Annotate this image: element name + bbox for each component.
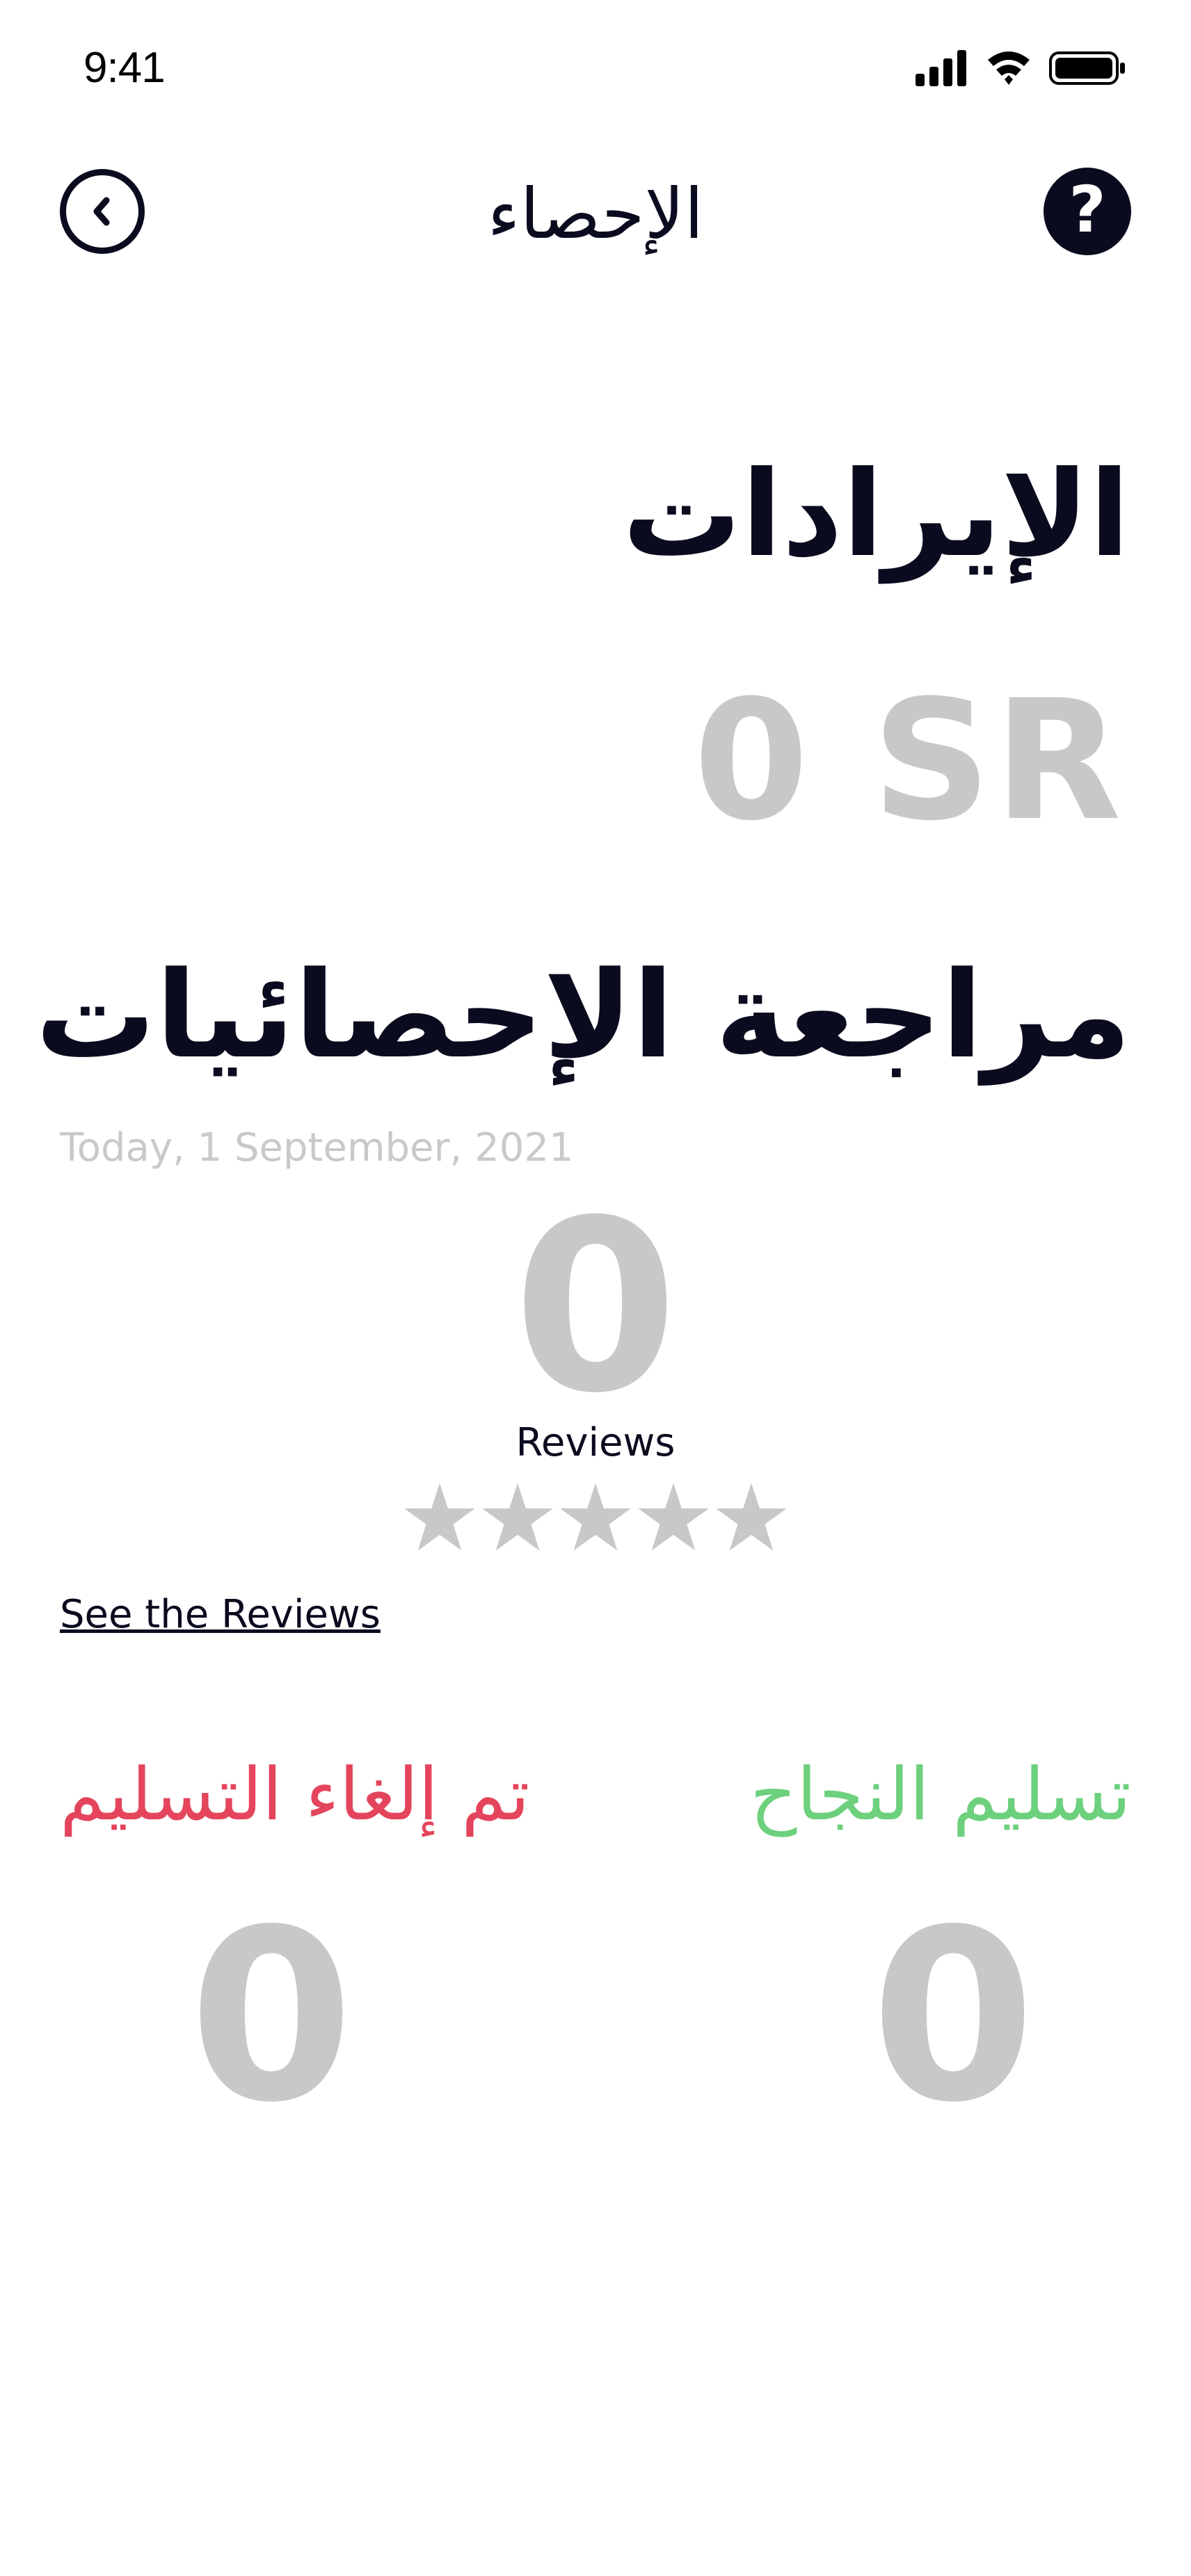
wifi-icon xyxy=(988,51,1030,85)
status-icons-svg xyxy=(916,50,1125,86)
successful-delivery-label: تسليم النجاح xyxy=(750,1752,1131,1837)
revenue-value: 0 SR xyxy=(693,665,1124,858)
reviews-count: 0 xyxy=(513,1170,678,1445)
star-rating xyxy=(402,1480,789,1556)
star-icon xyxy=(638,1483,709,1551)
revenue-title: الإيرادات xyxy=(622,446,1130,583)
cancelled-delivery-count: 0 xyxy=(189,1879,354,2155)
signal-icon xyxy=(916,50,966,86)
status-icons xyxy=(913,47,1128,89)
see-reviews-link[interactable]: See the Reviews xyxy=(60,1588,381,1641)
star-icon xyxy=(482,1483,553,1551)
successful-delivery-count: 0 xyxy=(870,1879,1036,2155)
star-icon xyxy=(560,1483,631,1551)
question-mark-icon: ? xyxy=(1069,172,1106,247)
date-label: Today, 1 September, 2021 xyxy=(60,1125,574,1170)
star-icon xyxy=(404,1483,475,1551)
help-button[interactable]: ? xyxy=(1044,168,1131,255)
battery-icon xyxy=(1049,51,1125,85)
stats-review-title: مراجعة الإحصائيات xyxy=(35,945,1131,1085)
reviews-label: Reviews xyxy=(515,1420,676,1465)
star-icon xyxy=(716,1483,787,1551)
page-title: الإحصاء xyxy=(487,173,704,255)
cancelled-delivery-label: تم إلغاء التسليم xyxy=(60,1752,530,1837)
status-time: 9:41 xyxy=(83,44,166,92)
